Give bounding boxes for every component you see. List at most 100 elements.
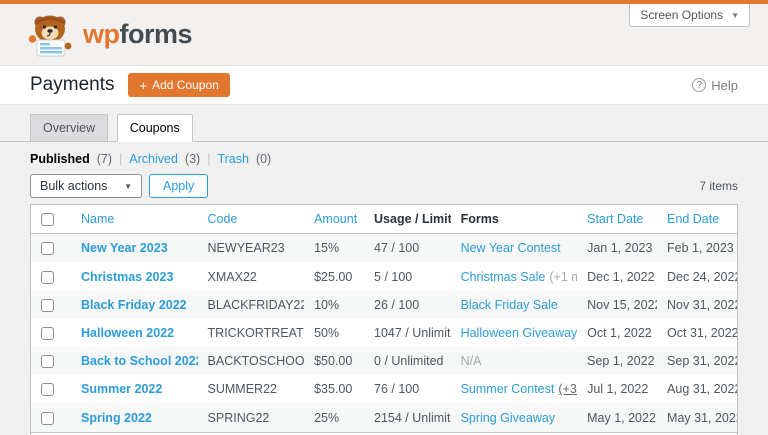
coupon-code: XMAX22 — [208, 270, 257, 284]
tab-overview[interactable]: Overview — [30, 114, 108, 142]
logo-wp-text: wp — [83, 19, 120, 49]
column-header-name[interactable]: Name — [81, 212, 114, 226]
start-date: Nov 15, 2022 — [587, 298, 657, 312]
bear-mascot-icon — [28, 13, 74, 57]
coupon-form-link[interactable]: Christmas Sale — [461, 270, 546, 284]
column-header-start-date[interactable]: Start Date — [587, 212, 643, 226]
view-archived-link[interactable]: Archived — [129, 152, 178, 166]
table-row: Spring 2022 SPRING22 25% 2154 / Unlimited Sp… — [31, 403, 737, 432]
view-filter-links: Published (7) | Archived (3) | Trash (0) — [30, 152, 738, 166]
view-published-count: (7) — [97, 152, 112, 166]
coupon-usage: 47 / 100 — [374, 241, 419, 255]
add-coupon-label: Add Coupon — [152, 78, 219, 92]
row-checkbox[interactable] — [41, 327, 54, 340]
coupon-form-link[interactable]: Summer Contest — [461, 382, 555, 396]
select-all-checkbox[interactable] — [41, 213, 54, 226]
table-row: Christmas 2023 XMAX22 $25.00 5 / 100 Christm… — [31, 262, 737, 290]
page-title: Payments — [30, 74, 114, 96]
coupon-usage: 5 / 100 — [374, 270, 412, 284]
screen-options-label: Screen Options — [640, 8, 723, 22]
coupon-amount: $50.00 — [314, 354, 352, 368]
top-toolbar: Bulk actions ▼ Apply 7 items — [30, 174, 738, 198]
coupon-usage: 26 / 100 — [374, 298, 419, 312]
end-date: Sep 31, 2022 — [667, 354, 737, 368]
coupon-code: BACKTOSCHOOL22 — [208, 354, 305, 368]
screen-options-button[interactable]: Screen Options ▼ — [629, 4, 750, 27]
row-checkbox[interactable] — [41, 242, 54, 255]
apply-button[interactable]: Apply — [149, 174, 208, 198]
coupon-name-link[interactable]: Black Friday 2022 — [81, 298, 187, 312]
form-more-link: (+1 more) — [549, 270, 577, 284]
start-date: Dec 1, 2022 — [587, 270, 654, 284]
view-trash-link[interactable]: Trash — [217, 152, 249, 166]
row-checkbox[interactable] — [41, 383, 54, 396]
coupon-usage: 2154 / Unlimited — [374, 411, 451, 425]
coupon-form-na: N/A — [461, 354, 482, 368]
row-checkbox[interactable] — [41, 299, 54, 312]
logo-wordmark: wpforms — [83, 19, 192, 50]
help-link[interactable]: ? Help — [692, 78, 738, 93]
plus-icon: + — [139, 79, 147, 92]
coupon-amount: 50% — [314, 326, 339, 340]
table-row: New Year 2023 NEWYEAR23 15% 47 / 100 New Yea… — [31, 234, 737, 263]
coupon-amount: 15% — [314, 241, 339, 255]
coupon-form-link[interactable]: Black Friday Sale — [461, 298, 558, 312]
view-separator: | — [207, 152, 210, 166]
coupon-usage: 0 / Unlimited — [374, 354, 443, 368]
start-date: Jul 1, 2022 — [587, 382, 648, 396]
wpforms-logo: wpforms — [28, 13, 192, 57]
items-count: 7 items — [699, 179, 738, 193]
chevron-down-icon: ▼ — [731, 11, 739, 20]
row-checkbox[interactable] — [41, 271, 54, 284]
start-date: May 1, 2022 — [587, 411, 656, 425]
coupon-amount: 10% — [314, 298, 339, 312]
column-header-forms: Forms — [461, 212, 499, 226]
coupon-name-link[interactable]: New Year 2023 — [81, 241, 168, 255]
content-area: Overview Coupons Published (7) | Archive… — [0, 105, 768, 435]
help-icon: ? — [692, 78, 706, 92]
column-header-usage-limit: Usage / Limit — [374, 212, 451, 226]
row-checkbox[interactable] — [41, 412, 54, 425]
coupon-code: BLACKFRIDAY22 — [208, 298, 305, 312]
end-date: Oct 31, 2022 — [667, 326, 737, 340]
view-separator: | — [119, 152, 122, 166]
add-coupon-button[interactable]: + Add Coupon — [128, 73, 229, 97]
tab-bar: Overview Coupons — [0, 105, 768, 142]
help-label: Help — [711, 78, 738, 93]
bulk-actions-label: Bulk actions — [40, 179, 107, 193]
row-checkbox[interactable] — [41, 355, 54, 368]
view-trash-count: (0) — [256, 152, 271, 166]
bulk-actions-select[interactable]: Bulk actions ▼ — [30, 174, 142, 198]
tab-coupons[interactable]: Coupons — [117, 114, 193, 142]
coupon-amount: 25% — [314, 411, 339, 425]
coupon-name-link[interactable]: Christmas 2023 — [81, 270, 173, 284]
table-row: Back to School 2022 BACKTOSCHOOL22 $50.00 0… — [31, 347, 737, 375]
view-published-link[interactable]: Published — [30, 152, 90, 166]
coupon-usage: 1047 / Unlimited — [374, 326, 451, 340]
end-date: May 31, 2022 — [667, 411, 737, 425]
coupon-name-link[interactable]: Back to School 2022 — [81, 354, 198, 368]
form-more-link[interactable]: (+3 more) — [558, 382, 577, 396]
column-header-amount[interactable]: Amount — [314, 212, 357, 226]
coupon-form-link[interactable]: Halloween Giveaway — [461, 326, 578, 340]
coupon-code: SPRING22 — [208, 411, 270, 425]
logo-forms-text: forms — [120, 19, 193, 49]
coupon-name-link[interactable]: Spring 2022 — [81, 411, 152, 425]
table-row: Summer 2022SUMMER22$35.0076 / 100Summer … — [31, 375, 737, 403]
coupon-name-link[interactable]: Halloween 2022 — [81, 326, 174, 340]
coupon-usage: 76 / 100 — [374, 382, 419, 396]
coupon-code: NEWYEAR23 — [208, 241, 285, 255]
coupon-name-link[interactable]: Summer 2022 — [81, 382, 162, 396]
start-date: Jan 1, 2023 — [587, 241, 652, 255]
end-date: Feb 1, 2023 — [667, 241, 734, 255]
coupon-form-link[interactable]: Spring Giveaway — [461, 411, 556, 425]
column-header-code[interactable]: Code — [208, 212, 238, 226]
top-header-row: Name Code Amount Usage / Limit Forms Start Da… — [31, 205, 737, 234]
page-heading-bar: Payments + Add Coupon ? Help — [0, 66, 768, 105]
start-date: Oct 1, 2022 — [587, 326, 652, 340]
end-date: Dec 24, 2022 — [667, 270, 737, 284]
coupon-form-link[interactable]: New Year Contest — [461, 241, 561, 255]
coupon-amount: $35.00 — [314, 382, 352, 396]
column-header-end-date[interactable]: End Date — [667, 212, 719, 226]
coupon-amount: $25.00 — [314, 270, 352, 284]
